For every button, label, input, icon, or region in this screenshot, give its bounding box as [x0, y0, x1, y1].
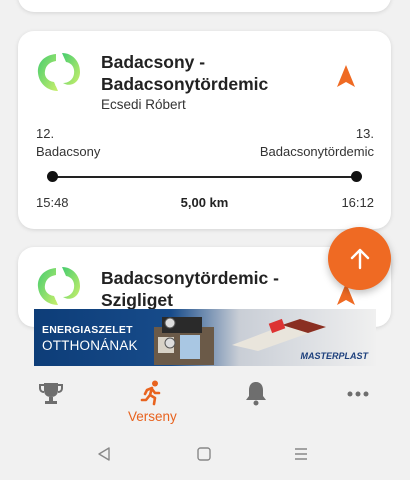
ad-line2: OTTHONÁNAK — [42, 338, 138, 353]
bell-icon — [246, 382, 266, 406]
bottom-navigation: Verseny — [0, 370, 410, 430]
race-card-previous[interactable] — [18, 0, 391, 12]
back-icon[interactable] — [96, 446, 112, 462]
end-dot — [351, 171, 362, 182]
runner-icon — [141, 380, 161, 406]
scroll-top-button[interactable] — [328, 227, 391, 290]
arrow-up-icon — [350, 248, 369, 269]
start-dot — [47, 171, 58, 182]
nav-item-more[interactable] — [346, 390, 370, 398]
nav-label-verseny: Verseny — [128, 409, 177, 424]
distance: 5,00 km — [180, 195, 229, 210]
house-image — [154, 317, 214, 365]
runner-name: Ecsedi Róbert — [101, 97, 186, 112]
home-icon[interactable] — [196, 446, 212, 462]
ad-brand: MASTERPLAST — [300, 351, 369, 361]
nav-item-notifications[interactable] — [244, 380, 268, 406]
nav-item-verseny[interactable]: Verseny — [128, 380, 177, 424]
race-title: Badacsony - Badacsonytördemic — [101, 52, 269, 94]
end-stop: 13. Badacsonytördemic — [259, 126, 374, 159]
ad-headline: ENERGIASZELET OTTHONÁNAK — [42, 322, 138, 354]
nav-item-trophy[interactable] — [38, 380, 64, 406]
more-icon — [347, 391, 369, 397]
start-stop: 12. Badacsony — [36, 126, 101, 159]
app-logo-icon — [37, 53, 80, 91]
recents-icon[interactable] — [293, 446, 309, 462]
navigation-arrow-icon[interactable] — [337, 65, 355, 87]
product-image — [232, 318, 326, 351]
system-navigation-bar — [0, 432, 410, 480]
end-time: 16:12 — [341, 195, 374, 210]
ad-line1: ENERGIASZELET — [42, 324, 133, 336]
route-line — [52, 176, 357, 178]
app-logo-icon — [37, 267, 80, 305]
race-card[interactable]: Badacsony - Badacsonytördemic Ecsedi Rób… — [18, 31, 391, 229]
race-title: Badacsonytördemic - Szigliget — [101, 268, 279, 310]
ad-banner[interactable]: ENERGIASZELET OTTHONÁNAK MASTERPLAST — [34, 309, 376, 366]
trophy-icon — [39, 383, 63, 404]
